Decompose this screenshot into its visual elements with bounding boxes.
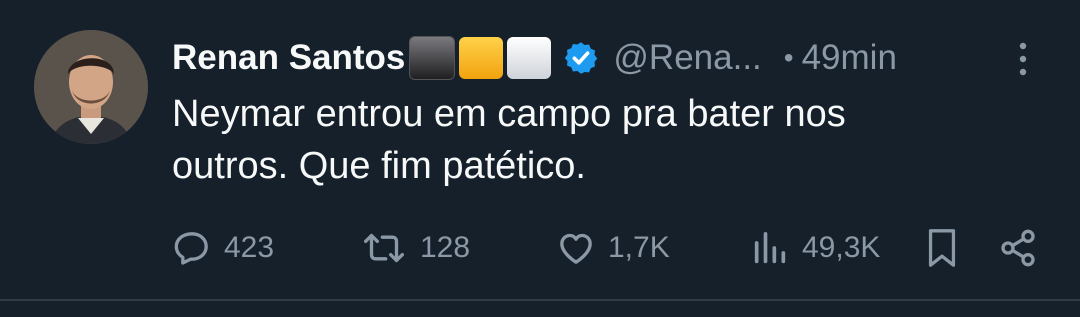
more-icon[interactable] (1014, 39, 1032, 79)
views-button[interactable]: 49,3K (750, 222, 880, 274)
author-handle[interactable]: @Rena... (613, 38, 761, 78)
tweet-text: Neymar entrou em campo pra bater nos out… (172, 88, 1032, 192)
like-icon (560, 233, 592, 264)
action-bar: 423 128 1,7K 49,3K (0, 222, 1080, 274)
verified-badge-icon[interactable] (563, 40, 599, 76)
tweet-header: Renan Santos @Rena... • 49min (172, 33, 897, 83)
avatar[interactable] (34, 30, 148, 144)
like-button[interactable]: 1,7K (556, 222, 670, 274)
tweet[interactable]: Renan Santos @Rena... • 49min Neymar ent… (0, 0, 1080, 300)
yellow-square-icon (459, 37, 504, 79)
retweet-button[interactable]: 128 (360, 222, 470, 274)
tweet-text-line: outros. Que fim patético. (172, 145, 586, 187)
reply-count: 423 (224, 231, 275, 264)
black-square-icon (409, 36, 456, 80)
divider (0, 299, 1080, 301)
like-count: 1,7K (608, 231, 670, 264)
share-icon (1001, 229, 1035, 267)
share-button[interactable] (998, 222, 1038, 274)
bookmark-button[interactable] (924, 222, 960, 274)
separator-dot: • (783, 42, 794, 73)
author-name[interactable]: Renan Santos (172, 38, 405, 78)
retweet-count: 128 (420, 231, 471, 264)
retweet-icon (364, 233, 405, 263)
reply-button[interactable]: 423 (172, 222, 274, 274)
reply-icon (174, 232, 208, 265)
views-icon (754, 232, 786, 264)
bookmark-icon (928, 229, 956, 267)
white-square-icon (507, 37, 552, 79)
timestamp[interactable]: 49min (802, 38, 897, 78)
tweet-text-line: Neymar entrou em campo pra bater nos (172, 93, 846, 135)
views-count: 49,3K (802, 231, 881, 264)
